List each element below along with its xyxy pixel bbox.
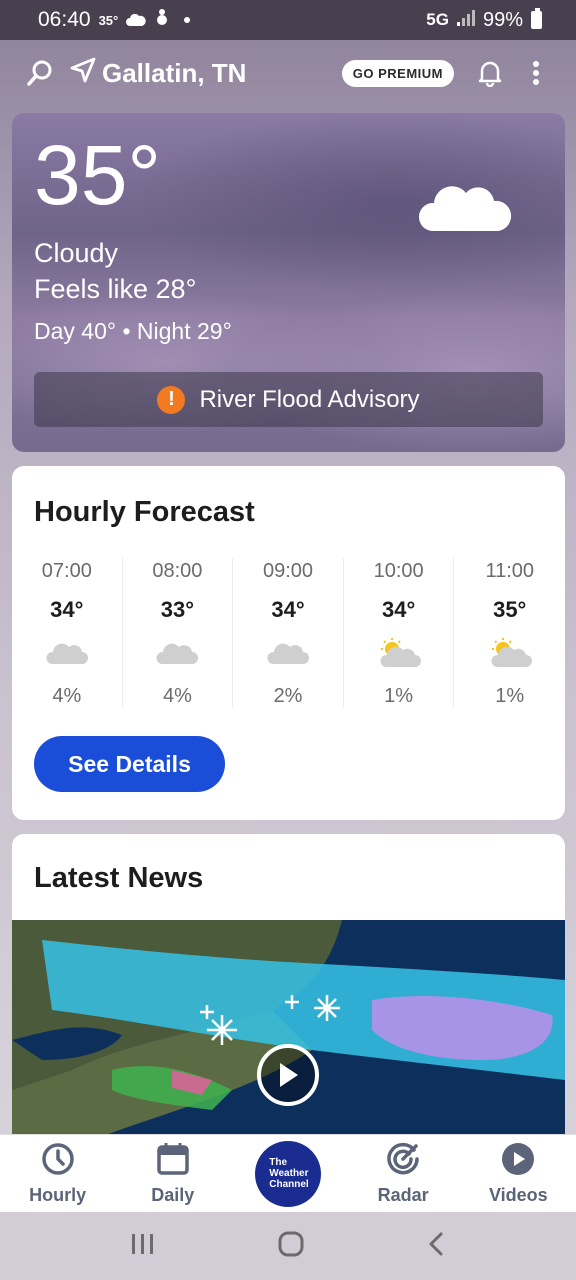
hourly-forecast-title: Hourly Forecast [34, 496, 255, 528]
hour-time: 11:00 [485, 560, 535, 582]
network-type: 5G [426, 10, 449, 29]
latest-news-title: Latest News [34, 862, 204, 894]
back-icon[interactable] [426, 1231, 446, 1262]
hourly-list: 07:00 34° 4% 08:00 33° 4% 09:00 34° 2% 1… [12, 558, 565, 708]
hour-temp: 34° [50, 597, 84, 622]
status-right: 5G 99% [426, 8, 542, 32]
status-time: 06:40 [38, 8, 91, 31]
logo-line-3: Channel [269, 1179, 309, 1190]
cloud-icon [155, 637, 199, 669]
battery-percent: 99% [482, 8, 523, 31]
recent-apps-icon[interactable] [130, 1232, 156, 1261]
hour-precip: 4% [52, 685, 82, 707]
nav-home-logo[interactable]: The Weather Channel [238, 1140, 338, 1207]
signal-icon [456, 9, 475, 32]
cloud-icon [45, 637, 89, 669]
bottom-navigation: Hourly Daily The Weather Channel Radar V… [0, 1134, 576, 1212]
hour-item[interactable]: 09:00 34° 2% [233, 558, 344, 708]
alert-icon: ! [157, 385, 186, 414]
see-details-button[interactable]: See Details [34, 736, 225, 792]
cloud-icon [416, 179, 514, 238]
hour-temp: 35° [493, 597, 527, 622]
nav-videos[interactable]: Videos [468, 1142, 568, 1206]
hour-temp: 34° [271, 597, 305, 622]
status-cloud-icon [126, 9, 146, 32]
top-app-bar: Gallatin, TN GO PREMIUM [0, 40, 576, 106]
logo-line-2: Weather [269, 1168, 309, 1179]
hour-item[interactable]: 08:00 33° 4% [123, 558, 234, 708]
hour-time: 09:00 [262, 560, 314, 582]
condition-block: Cloudy Feels like 28° [34, 235, 196, 307]
system-navigation-bar [0, 1212, 576, 1280]
bell-icon[interactable] [474, 57, 506, 89]
notification-dot-icon [184, 17, 191, 23]
weather-channel-logo: The Weather Channel [254, 1140, 321, 1207]
hour-precip: 1% [384, 685, 414, 707]
search-icon[interactable] [24, 57, 56, 89]
status-temp: 35° [98, 12, 119, 28]
news-video-thumbnail[interactable] [12, 920, 565, 1140]
nav-hourly[interactable]: Hourly [8, 1142, 108, 1206]
play-video-button[interactable] [257, 1044, 319, 1106]
nav-videos-label: Videos [488, 1184, 548, 1205]
home-icon[interactable] [277, 1230, 305, 1263]
cloud-icon [266, 637, 310, 669]
logo-text: The Weather Channel [269, 1157, 308, 1190]
day-night-temps: Day 40° • Night 29° [34, 318, 232, 344]
latest-news-card: Latest News [12, 834, 565, 1154]
hourly-forecast-card: Hourly Forecast 07:00 34° 4% 08:00 33° 4… [12, 466, 565, 820]
radar-icon [386, 1142, 420, 1181]
location-name: Gallatin, TN [102, 57, 247, 88]
play-icon [280, 1063, 298, 1087]
nav-daily[interactable]: Daily [123, 1142, 223, 1206]
logo-line-1: The [269, 1157, 288, 1168]
hour-time: 07:00 [41, 560, 92, 582]
condition-text: Cloudy [34, 238, 119, 268]
partly-sunny-icon [488, 637, 532, 669]
current-temperature: 35° [34, 128, 162, 222]
feels-like-text: Feels like 28° [34, 274, 197, 304]
hour-item[interactable]: 11:00 35° 1% [454, 558, 565, 708]
nav-radar[interactable]: Radar [353, 1142, 453, 1206]
location-selector[interactable]: Gallatin, TN [70, 57, 246, 90]
video-play-icon [501, 1142, 535, 1181]
status-bar: 06:40 35° 5G 99% [0, 0, 576, 40]
hour-time: 10:00 [373, 560, 424, 582]
hour-precip: 1% [495, 685, 525, 707]
hour-precip: 4% [162, 685, 192, 707]
battery-icon [531, 8, 542, 29]
hour-time: 08:00 [152, 560, 203, 582]
nav-hourly-label: Hourly [29, 1184, 87, 1205]
weather-map-image [12, 920, 565, 1140]
advisory-text: River Flood Advisory [199, 385, 420, 413]
hour-item[interactable]: 10:00 34° 1% [344, 558, 455, 708]
nav-radar-label: Radar [377, 1184, 429, 1205]
nav-daily-label: Daily [151, 1184, 195, 1205]
more-options-icon[interactable] [520, 57, 552, 89]
hour-temp: 34° [381, 597, 416, 622]
hour-item[interactable]: 07:00 34° 4% [12, 558, 123, 708]
clock-icon [41, 1142, 75, 1181]
status-left: 06:40 35° [38, 8, 191, 32]
hour-temp: 33° [160, 597, 195, 622]
partly-sunny-icon [377, 637, 421, 669]
go-premium-button[interactable]: GO PREMIUM [341, 59, 454, 87]
current-conditions-card[interactable]: 35° Cloudy Feels like 28° Day 40° • Nigh… [12, 113, 565, 452]
location-arrow-icon [70, 57, 96, 90]
river-flood-advisory-banner[interactable]: ! River Flood Advisory [34, 372, 543, 427]
status-snowman-icon [154, 8, 170, 32]
calendar-icon [156, 1142, 190, 1181]
hour-precip: 2% [273, 685, 303, 707]
